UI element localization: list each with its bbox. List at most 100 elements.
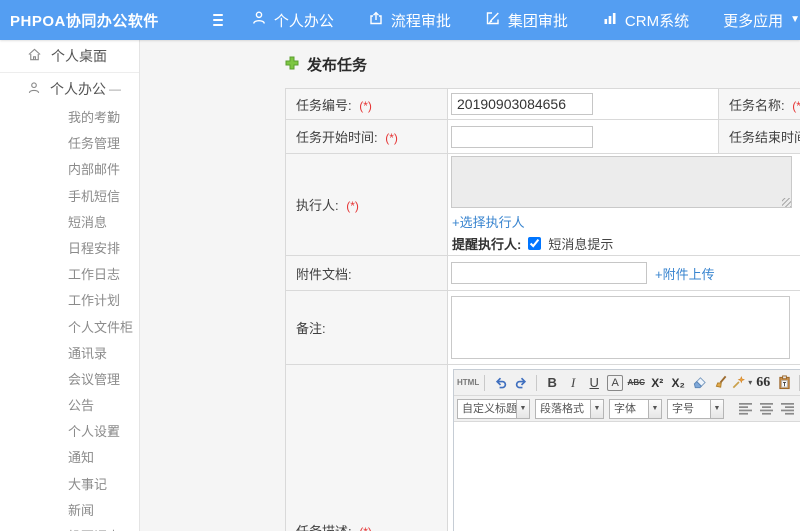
align-left-icon[interactable]	[737, 400, 755, 418]
required-mark: (*)	[359, 98, 372, 113]
required-mark: (*)	[385, 131, 398, 145]
sidebar-item-short-message[interactable]: 短消息	[0, 210, 139, 236]
remind-executor-label: 提醒执行人:	[452, 237, 522, 252]
top-navigation: 个人办公 流程审批 集团审批 CRM系统 更多应用 ▼	[251, 10, 800, 31]
crm-chart-icon	[602, 10, 618, 30]
task-name-label: 任务名称:	[729, 97, 785, 113]
topbar: PHPOA协同办公软件 个人办公 流程审批 集团审批 CRM系统 更多应用 ▼	[0, 0, 800, 40]
align-center-icon[interactable]	[758, 400, 776, 418]
caret-down-icon: ▼	[711, 398, 724, 419]
user-icon	[27, 81, 41, 98]
publish-task-form: 任务编号: (*) 任务名称: (*) 任务开始时间: (*)	[285, 88, 800, 531]
menu-icon[interactable]	[212, 11, 223, 29]
sidebar-item-mobile-sms[interactable]: 手机短信	[0, 184, 139, 210]
description-label: 任务描述:	[296, 523, 352, 531]
sidebar-item-personal-office[interactable]: 个人办公 —	[0, 73, 139, 105]
required-mark: (*)	[346, 199, 359, 213]
sms-remind-checkbox[interactable]	[528, 237, 542, 250]
attachment-upload-link[interactable]: +附件上传	[655, 264, 715, 283]
blockquote-button[interactable]: 66	[753, 373, 773, 393]
redo-icon[interactable]	[511, 373, 531, 393]
form-row-task-time: 任务开始时间: (*) 任务结束时间: (*)	[285, 119, 800, 154]
custom-title-value: 自定义标题	[457, 398, 517, 419]
executor-textarea[interactable]	[451, 156, 792, 208]
task-number-input[interactable]	[451, 93, 593, 115]
sidebar-item-personal-settings[interactable]: 个人设置 +	[0, 419, 139, 445]
main-content: 发布任务 任务编号: (*) 任务名称: (*)	[140, 40, 800, 531]
form-row-attachment: 附件文档: +附件上传	[285, 255, 800, 291]
app-logo: PHPOA协同办公软件	[10, 12, 159, 30]
toolbar-divider	[484, 374, 486, 391]
executor-label-cell: 执行人: (*)	[285, 153, 448, 256]
nav-personal-office[interactable]: 个人办公	[251, 10, 334, 31]
caret-down-icon: ▾	[748, 378, 753, 387]
font-style-button[interactable]: A	[607, 374, 624, 391]
font-family-select[interactable]: 字体 ▼	[609, 398, 662, 419]
rich-text-editor: HTML B I U A ABC X² X₂ ▾ 66 自定义标题 ▼ 段落格式…	[453, 369, 800, 531]
sidebar-item-notice[interactable]: 通知	[0, 445, 139, 471]
sidebar-item-work-log[interactable]: 工作日志	[0, 262, 139, 288]
sidebar-item-meeting-management[interactable]: 会议管理	[0, 367, 139, 393]
nav-crm[interactable]: CRM系统	[602, 10, 689, 31]
toolbar-divider	[536, 374, 538, 391]
nav-label: 集团审批	[507, 12, 568, 30]
nav-label: CRM系统	[624, 12, 690, 30]
sidebar-item-news[interactable]: 新闻	[0, 498, 139, 524]
superscript-button[interactable]: X²	[647, 373, 667, 393]
sidebar: 个人桌面 个人办公 — 我的考勤 任务管理 内部邮件 手机短信 短消息 日程安排…	[0, 40, 140, 531]
sidebar-item-personal-files[interactable]: 个人文件柜	[0, 315, 139, 341]
task-number-label-cell: 任务编号: (*)	[285, 88, 448, 120]
collapse-icon[interactable]: —	[109, 82, 121, 96]
magic-wand-icon[interactable]: ▾	[731, 373, 752, 393]
sidebar-item-label: 个人办公	[50, 81, 106, 97]
sidebar-item-schedule[interactable]: 日程安排	[0, 236, 139, 262]
nav-flow-approval[interactable]: 流程审批	[368, 10, 451, 31]
font-family-value: 字体	[609, 398, 649, 419]
sidebar-item-vote[interactable]: 投票调查	[0, 524, 139, 531]
custom-title-select[interactable]: 自定义标题 ▼	[457, 398, 530, 419]
start-time-label: 任务开始时间:	[296, 130, 378, 145]
editor-content[interactable]	[454, 422, 800, 531]
align-right-icon[interactable]	[779, 400, 797, 418]
caret-down-icon: ▼	[790, 14, 800, 25]
group-approval-icon	[485, 10, 501, 30]
font-size-value: 字号	[667, 398, 711, 419]
attachment-input[interactable]	[451, 262, 647, 284]
font-size-select[interactable]: 字号 ▼	[667, 398, 724, 419]
strikethrough-button[interactable]: ABC	[626, 373, 646, 393]
sidebar-item-personal-desktop[interactable]: 个人桌面	[0, 40, 139, 72]
attachment-label-cell: 附件文档:	[285, 255, 448, 291]
bold-button[interactable]: B	[542, 373, 562, 393]
subscript-button[interactable]: X₂	[668, 373, 688, 393]
sidebar-item-internal-mail[interactable]: 内部邮件	[0, 157, 139, 183]
caret-down-icon: ▼	[649, 398, 662, 419]
undo-icon[interactable]	[490, 373, 510, 393]
paragraph-format-select[interactable]: 段落格式 ▼	[535, 398, 604, 419]
start-time-input[interactable]	[451, 125, 593, 148]
underline-button[interactable]: U	[584, 373, 604, 393]
html-source-button[interactable]: HTML	[457, 373, 479, 393]
eraser-icon[interactable]	[689, 373, 709, 393]
sidebar-item-task-management[interactable]: 任务管理	[0, 131, 139, 157]
format-brush-icon[interactable]	[710, 373, 730, 393]
form-row-executor: 执行人: (*) +选择执行人 提醒执行人: 短消息提示	[285, 153, 800, 256]
nav-label: 个人办公	[273, 12, 334, 30]
italic-button[interactable]: I	[563, 373, 583, 393]
nav-label: 更多应用	[723, 12, 784, 30]
start-time-label-cell: 任务开始时间: (*)	[285, 119, 448, 154]
nav-more-apps[interactable]: 更多应用 ▼	[723, 10, 800, 31]
paste-icon[interactable]	[774, 373, 794, 393]
sidebar-item-contacts[interactable]: 通讯录	[0, 341, 139, 367]
choose-executor-link[interactable]: +选择执行人	[452, 215, 525, 230]
user-icon	[251, 10, 267, 30]
sidebar-item-work-plan[interactable]: 工作计划	[0, 288, 139, 314]
sidebar-item-announcement[interactable]: 公告	[0, 393, 139, 419]
required-mark: (*)	[359, 525, 372, 531]
expand-icon[interactable]: +	[107, 419, 115, 445]
description-label-cell: 任务描述: (*)	[285, 364, 448, 531]
sidebar-item-my-attendance[interactable]: 我的考勤	[0, 105, 139, 131]
remark-textarea[interactable]	[451, 296, 790, 359]
nav-group-approval[interactable]: 集团审批	[485, 10, 568, 31]
sidebar-item-memorabilia[interactable]: 大事记	[0, 472, 139, 498]
remark-label: 备注:	[296, 321, 326, 336]
